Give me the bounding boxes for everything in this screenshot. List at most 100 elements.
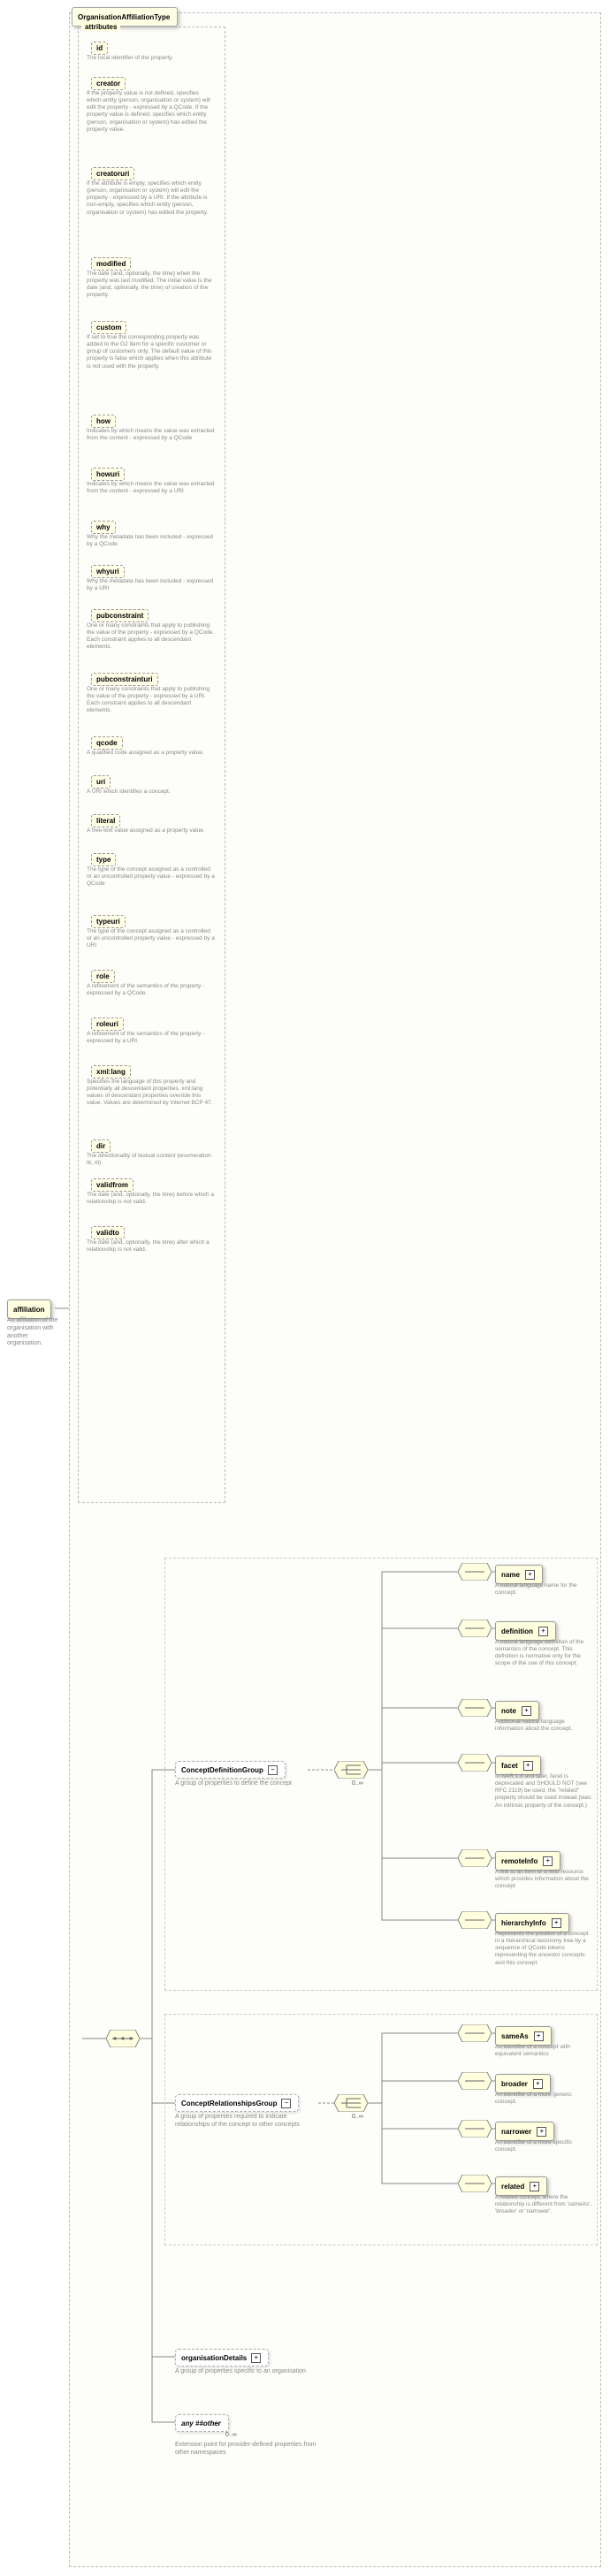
type-title: OrganisationAffiliationType (78, 13, 170, 21)
cdg-desc: A group of properties to define the conc… (175, 1780, 292, 1788)
item-narrower-desc: An identifier of a more specific concept… (495, 2139, 592, 2153)
attr-pubconstrainturi: pubconstrainturi (87, 672, 163, 687)
any-label: any ##other (181, 2420, 221, 2427)
attributes-title: attributes (81, 23, 120, 31)
attr-validto-desc: The date (and, optionally, the time) aft… (87, 1239, 215, 1254)
attr-roleuri: roleuri (87, 1017, 128, 1032)
seq-related (458, 2175, 492, 2192)
item-hierarchyinfo-desc: Represents the position of a concept in … (495, 1931, 592, 1967)
expand-icon[interactable]: + (543, 1856, 553, 1866)
attr-creator-desc: If the property value is not defined, sp… (87, 90, 215, 133)
expand-icon[interactable]: + (538, 1627, 548, 1636)
organisation-details[interactable]: organisationDetails + (175, 2349, 269, 2366)
crg-desc: A group of properties required to indica… (175, 2114, 308, 2130)
concept-definition-group[interactable]: ConceptDefinitionGroup − (175, 1761, 286, 1779)
attr-pubconstraint: pubconstraint (87, 608, 153, 623)
item-note[interactable]: note+ (495, 1701, 539, 1720)
attr-howuri-desc: Indicates by which means the value was e… (87, 481, 215, 495)
item-sameas-desc: An identifier of a concept with equivale… (495, 2044, 592, 2058)
seq-narrower (458, 2120, 492, 2138)
attr-creatoruri-desc: If the attribute is empty, specifies whi… (87, 180, 215, 217)
seq-remote (458, 1849, 492, 1867)
attributes-frame (78, 27, 225, 1503)
attr-id-desc: The local identifier of the property. (87, 55, 173, 62)
item-hierarchyinfo[interactable]: hierarchyInfo+ (495, 1913, 569, 1932)
item-name[interactable]: name+ (495, 1565, 543, 1584)
choice-compositor-cdg (334, 1761, 368, 1779)
affiliation-desc: An affiliation of the organisation with … (7, 1317, 65, 1348)
attr-why: why (87, 520, 120, 535)
org-label: organisationDetails (181, 2354, 247, 2362)
item-related-desc: A related concept, where the relationshi… (495, 2194, 592, 2215)
expand-icon[interactable]: + (525, 1570, 535, 1580)
expand-icon[interactable]: + (251, 2353, 261, 2363)
attr-pubconstraint-desc: One or many constraints that apply to pu… (87, 622, 215, 652)
attr-validfrom-desc: The date (and, optionally, the time) bef… (87, 1192, 215, 1206)
attr-why-desc: Why the metadata has been included - exp… (87, 534, 215, 548)
attr-typeuri-desc: The type of the concept assigned as a co… (87, 928, 215, 949)
seq-name (458, 1563, 492, 1581)
expand-icon[interactable]: + (530, 2182, 539, 2191)
item-note-desc: Additional natural language information … (495, 1719, 592, 1733)
attr-creator: creator (87, 76, 130, 91)
item-broader[interactable]: broader+ (495, 2074, 551, 2093)
attr-modified-desc: The date (and, optionally, the time) whe… (87, 271, 215, 300)
attr-type-desc: The type of the concept assigned as a co… (87, 866, 215, 888)
attr-qcode: qcode (87, 735, 127, 751)
attr-modified: modified (87, 256, 135, 271)
expand-icon[interactable]: + (523, 1761, 533, 1771)
concept-relationships-group[interactable]: ConceptRelationshipsGroup − (175, 2094, 299, 2112)
attr-custom-desc: If set to true the corresponding propert… (87, 334, 215, 370)
attr-creatoruri: creatoruri (87, 166, 139, 181)
attr-dir-desc: The directionality of textual content (e… (87, 1153, 215, 1167)
expand-icon[interactable]: + (522, 1706, 531, 1716)
affiliation-label: affiliation (13, 1306, 45, 1314)
seq-hier (458, 1911, 492, 1929)
seq-note (458, 1699, 492, 1717)
attr-uri: uri (87, 774, 115, 789)
sequence-compositor-main (106, 2030, 140, 2047)
attr-literal-desc: A free-text value assigned as a property… (87, 827, 205, 835)
expand-icon[interactable]: + (552, 1918, 561, 1928)
expand-icon[interactable]: + (533, 2079, 543, 2089)
attr-whyuri: whyuri (87, 564, 129, 579)
any-other[interactable]: any ##other (175, 2414, 229, 2432)
attr-whyuri-desc: Why the metadata has been included - exp… (87, 578, 215, 592)
attr-dir: dir (87, 1139, 115, 1154)
seq-broader (458, 2072, 492, 2090)
item-definition[interactable]: definition+ (495, 1621, 556, 1641)
choice-compositor-crg (334, 2094, 368, 2112)
expand-icon[interactable]: − (268, 1765, 278, 1775)
attr-uri-desc: A URI which identifies a concept. (87, 789, 171, 796)
seq-sameas (458, 2024, 492, 2042)
expand-icon[interactable]: + (534, 2031, 544, 2041)
cdg-label: ConceptDefinitionGroup (181, 1766, 263, 1774)
item-broader-desc: An identifier of a more generic concept. (495, 2092, 592, 2106)
expand-icon[interactable]: + (537, 2127, 546, 2137)
item-sameas[interactable]: sameAs+ (495, 2026, 552, 2046)
attr-typeuri: typeuri (87, 914, 130, 929)
seq-facet (458, 1754, 492, 1772)
attr-role: role (87, 969, 119, 984)
any-desc: Extension point for provider-defined pro… (175, 2442, 316, 2458)
affiliation-element[interactable]: affiliation (7, 1299, 51, 1319)
attr-how: how (87, 414, 120, 429)
crg-label: ConceptRelationshipsGroup (181, 2100, 277, 2107)
attr-validfrom: validfrom (87, 1177, 138, 1193)
expand-icon[interactable]: − (281, 2099, 291, 2108)
item-remoteinfo-desc: A link to an item or a web resource whic… (495, 1869, 592, 1890)
attr-role-desc: A refinement of the semantics of the pro… (87, 983, 215, 997)
any-mult: 0..∞ (225, 2432, 237, 2438)
org-desc: A group of properties specific to an org… (175, 2368, 306, 2376)
attr-xml-lang-desc: Specifies the language of this property … (87, 1078, 215, 1108)
attr-type: type (87, 852, 120, 867)
item-remoteinfo[interactable]: remoteInfo+ (495, 1851, 560, 1871)
cdg-mult: 0..∞ (352, 1780, 363, 1787)
item-facet[interactable]: facet+ (495, 1756, 541, 1775)
item-related[interactable]: related+ (495, 2176, 547, 2196)
crg-mult: 0..∞ (352, 2114, 363, 2120)
attr-custom: custom (87, 320, 131, 335)
attr-id: id (87, 41, 112, 56)
item-name-desc: A natural language name for the concept. (495, 1582, 592, 1597)
item-narrower[interactable]: narrower+ (495, 2122, 554, 2141)
